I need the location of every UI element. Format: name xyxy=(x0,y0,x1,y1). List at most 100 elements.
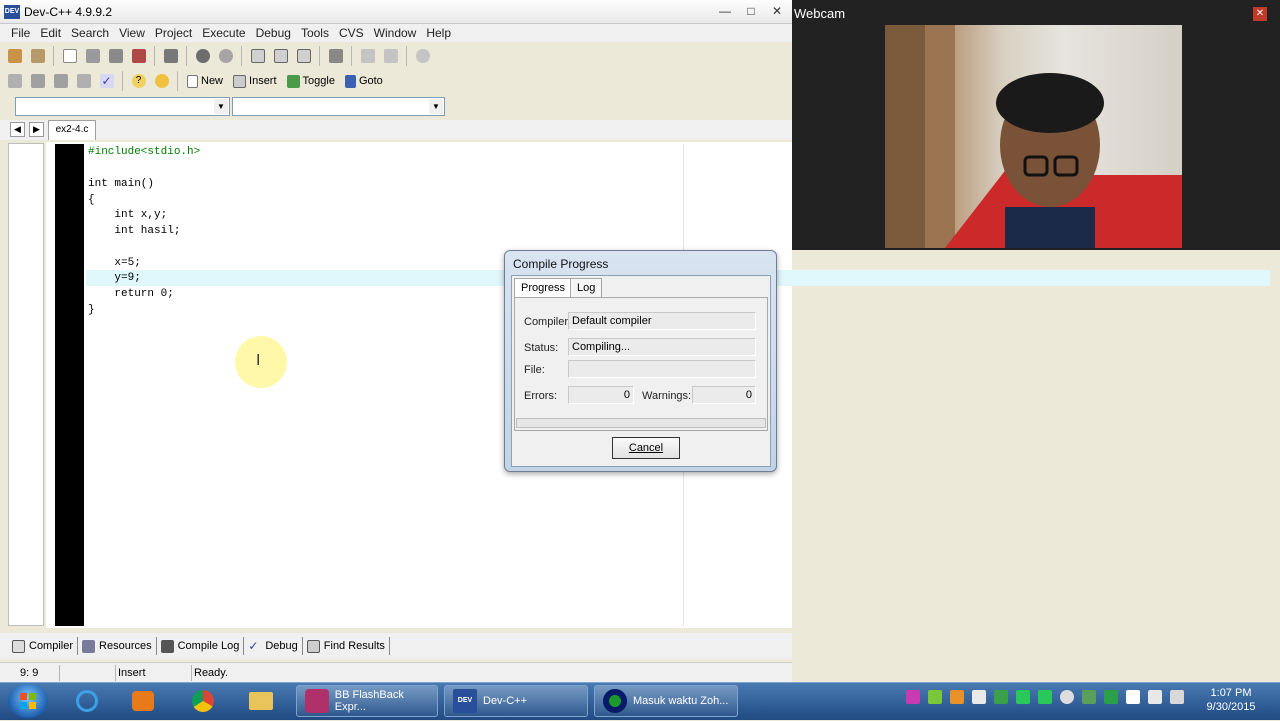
menu-help[interactable]: Help xyxy=(421,26,456,40)
taskbar-item-devcpp[interactable]: DEV Dev-C++ xyxy=(444,685,588,717)
taskbar-item-masuk[interactable]: Masuk waktu Zoh... xyxy=(594,685,738,717)
tab-resources[interactable]: Resources xyxy=(78,637,157,655)
taskbar-item-label: BB FlashBack Expr... xyxy=(334,689,404,713)
tab-compile-log[interactable]: Compile Log xyxy=(157,637,245,655)
menu-tools[interactable]: Tools xyxy=(296,26,334,40)
taskbar-clock[interactable]: 1:07 PM 9/30/2015 xyxy=(1198,686,1264,714)
menu-file[interactable]: File xyxy=(6,26,35,40)
goto-bookmark-button[interactable]: Goto xyxy=(341,70,387,92)
goto-line-button[interactable] xyxy=(325,46,346,67)
toggle-bookmark-button[interactable]: Toggle xyxy=(283,70,339,92)
tray-app-icon[interactable] xyxy=(1060,690,1074,704)
tab-next-button[interactable]: ▶ xyxy=(29,122,44,137)
tray-app-icon[interactable] xyxy=(1104,690,1118,704)
status-empty-cell xyxy=(60,664,116,681)
tab-find-results[interactable]: Find Results xyxy=(303,637,390,655)
undo-icon xyxy=(195,49,210,63)
tab-compiler[interactable]: Compiler xyxy=(8,637,79,655)
class-combo[interactable]: ▼ xyxy=(15,97,230,116)
taskbar-item-label: Masuk waktu Zoh... xyxy=(633,695,729,707)
save-button[interactable] xyxy=(82,46,103,67)
tray-app-icon[interactable] xyxy=(1016,690,1030,704)
new-file-button[interactable] xyxy=(59,46,80,67)
tray-app-icon[interactable] xyxy=(994,690,1008,704)
tray-signal-icon[interactable] xyxy=(1148,690,1162,704)
help-button[interactable]: ? xyxy=(128,71,149,92)
find-next-icon xyxy=(296,49,311,63)
tray-network-icon[interactable] xyxy=(906,690,920,704)
add-to-project-button[interactable] xyxy=(357,46,378,67)
media-player-icon xyxy=(132,691,154,711)
menu-edit[interactable]: Edit xyxy=(35,26,66,40)
status-value: Compiling... xyxy=(568,338,756,356)
project-icon xyxy=(7,49,22,63)
replace-button[interactable] xyxy=(270,46,291,67)
goto-line-icon xyxy=(328,49,343,63)
remove-from-project-button[interactable] xyxy=(380,46,401,67)
project-options-icon xyxy=(415,49,430,63)
windows-logo-icon xyxy=(20,693,36,709)
maximize-button[interactable]: □ xyxy=(738,3,764,19)
run-button[interactable] xyxy=(27,71,48,92)
close-button[interactable]: ✕ xyxy=(764,3,790,19)
tab-find-results-label: Find Results xyxy=(323,640,385,652)
find-next-button[interactable] xyxy=(293,46,314,67)
tray-battery-icon[interactable] xyxy=(928,690,942,704)
about-button[interactable] xyxy=(151,71,172,92)
goto-label: Goto xyxy=(358,75,383,87)
tab-progress[interactable]: Progress xyxy=(514,278,573,298)
code-line: x=5; xyxy=(88,257,141,269)
taskbar-item-flashback[interactable]: BB FlashBack Expr... xyxy=(296,685,438,717)
new-class-button[interactable]: New xyxy=(183,70,227,92)
menu-window[interactable]: Window xyxy=(369,26,422,40)
tray-app-icon[interactable] xyxy=(950,690,964,704)
webcam-close-button[interactable]: ✕ xyxy=(1253,7,1267,21)
project-open-button[interactable] xyxy=(4,46,25,67)
project-browser-panel[interactable] xyxy=(8,143,44,626)
compile-progress-bar xyxy=(516,418,766,428)
undo-button[interactable] xyxy=(192,46,213,67)
menu-search[interactable]: Search xyxy=(66,26,114,40)
project-options-button[interactable] xyxy=(412,46,433,67)
compile-button[interactable] xyxy=(4,71,25,92)
file-explorer-pin[interactable] xyxy=(238,685,284,717)
tab-log[interactable]: Log xyxy=(570,278,603,298)
smiley-icon xyxy=(154,74,169,88)
tab-prev-button[interactable]: ◀ xyxy=(10,122,25,137)
chrome-pin[interactable] xyxy=(180,685,226,717)
rebuild-button[interactable] xyxy=(73,71,94,92)
redo-button[interactable] xyxy=(215,46,236,67)
member-combo[interactable]: ▼ xyxy=(232,97,445,116)
rebuild-icon xyxy=(76,74,91,88)
check-syntax-button[interactable]: ✓ xyxy=(96,71,117,92)
menu-view[interactable]: View xyxy=(114,26,150,40)
tray-volume-icon[interactable] xyxy=(1170,690,1184,704)
insert-button[interactable]: Insert xyxy=(229,70,281,92)
menu-execute[interactable]: Execute xyxy=(197,26,250,40)
tray-app-icon[interactable] xyxy=(1082,690,1096,704)
print-button[interactable] xyxy=(160,46,181,67)
menu-debug[interactable]: Debug xyxy=(251,26,296,40)
insert-icon xyxy=(233,74,247,88)
menu-project[interactable]: Project xyxy=(150,26,197,40)
internet-explorer-pin[interactable] xyxy=(64,685,110,717)
flashback-icon xyxy=(305,689,329,713)
clock-time: 1:07 PM xyxy=(1210,687,1252,699)
close-file-button[interactable] xyxy=(128,46,149,67)
minimize-button[interactable]: — xyxy=(712,3,738,19)
compiler-value: Default compiler xyxy=(568,312,756,330)
media-player-pin[interactable] xyxy=(120,685,166,717)
tab-debug[interactable]: ✓ Debug xyxy=(244,637,303,655)
save-all-button[interactable] xyxy=(105,46,126,67)
menu-cvs[interactable]: CVS xyxy=(334,26,369,40)
open-file-button[interactable] xyxy=(27,46,48,67)
tray-app-icon[interactable] xyxy=(972,690,986,704)
compile-run-button[interactable] xyxy=(50,71,71,92)
tab-ex2-4-c[interactable]: ex2-4.c xyxy=(48,120,96,140)
warnings-value: 0 xyxy=(692,386,756,404)
find-button[interactable] xyxy=(247,46,268,67)
tray-app-icon[interactable] xyxy=(1126,690,1140,704)
tray-app-icon[interactable] xyxy=(1038,690,1052,704)
start-button[interactable] xyxy=(8,684,48,718)
cancel-button[interactable]: Cancel xyxy=(612,437,680,459)
